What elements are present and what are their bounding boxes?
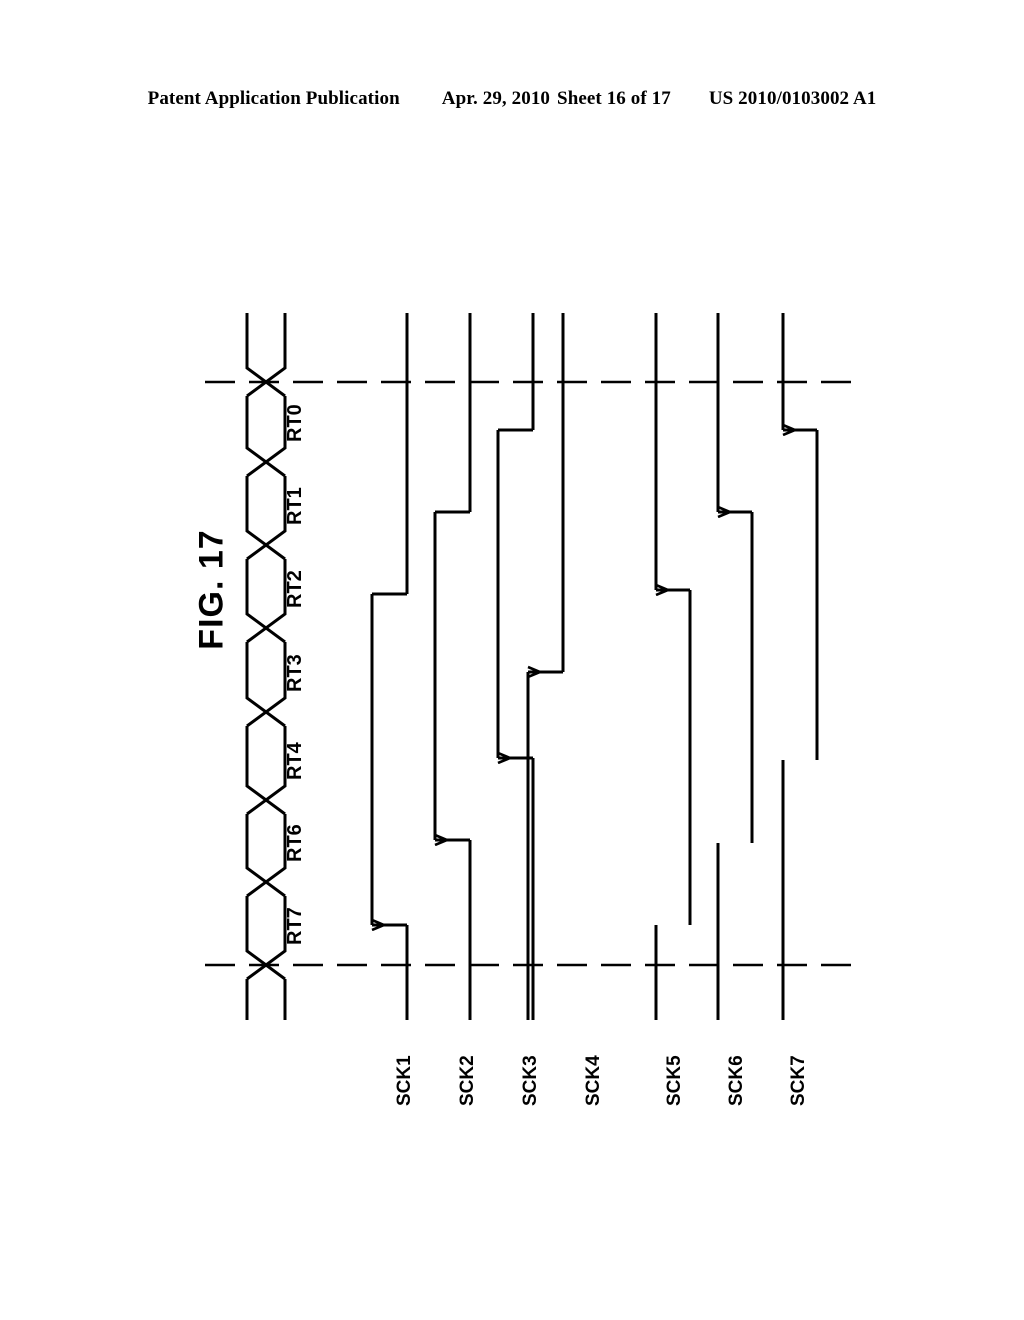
waveform-sck2 <box>433 313 472 1020</box>
bus-cell-label-rt7: RT7 <box>284 907 306 945</box>
patent-figure-page: Patent Application Publication Apr. 29, … <box>0 0 1024 1320</box>
waveform-sck1 <box>370 313 409 1020</box>
signal-label-sck2: SCK2 <box>457 1055 478 1106</box>
timing-diagram-canvas <box>205 313 858 1020</box>
signal-label-sck1: SCK1 <box>394 1055 415 1106</box>
bus-cell-label-rt2: RT2 <box>284 570 306 608</box>
signal-label-sck3: SCK3 <box>520 1055 541 1106</box>
bus-cell-label-rt1: RT1 <box>284 487 306 525</box>
signal-label-sck4: SCK4 <box>583 1055 604 1106</box>
signal-label-sck7: SCK7 <box>788 1055 809 1106</box>
waveform-sck7 <box>781 313 819 1020</box>
bus-cell-label-rt4: RT4 <box>284 742 306 780</box>
bus-cell-label-rt0: RT0 <box>284 404 306 442</box>
bus-cell-label-rt6: RT6 <box>284 824 306 862</box>
signal-label-sck5: SCK5 <box>664 1055 685 1106</box>
waveform-sck5 <box>654 313 692 1020</box>
waveform-sck6 <box>716 313 754 1020</box>
signal-label-sck6: SCK6 <box>726 1055 747 1106</box>
bus-cell-label-rt3: RT3 <box>284 654 306 692</box>
rt-bus-waveform <box>245 313 287 1020</box>
